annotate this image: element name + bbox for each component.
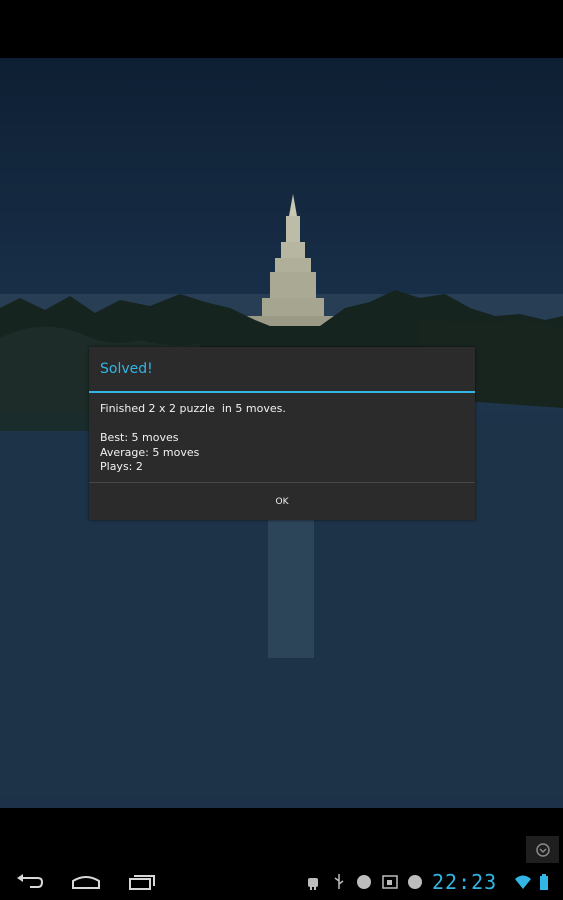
- screenshot-icon: [382, 875, 398, 889]
- dialog-message: Finished 2 x 2 puzzle in 5 moves. Best: …: [100, 402, 286, 473]
- wifi-icon: [515, 875, 531, 889]
- home-icon[interactable]: [71, 872, 101, 892]
- usb-icon: [334, 874, 344, 889]
- globe-notification-icon: [357, 875, 371, 889]
- globe-notification-icon-2: [408, 875, 422, 889]
- solved-dialog: Solved! Finished 2 x 2 puzzle in 5 moves…: [89, 347, 475, 520]
- menu-overflow-icon: [535, 842, 550, 857]
- menu-overflow-button[interactable]: [526, 836, 559, 863]
- ok-button[interactable]: OK: [89, 483, 475, 520]
- recent-apps-icon[interactable]: [128, 872, 156, 892]
- top-black-bar: [0, 0, 563, 58]
- back-icon[interactable]: [16, 872, 44, 892]
- dialog-title: Solved!: [100, 361, 153, 377]
- dialog-title-divider: [89, 391, 475, 393]
- status-clock: 22:23: [432, 870, 498, 894]
- battery-icon: [540, 874, 548, 890]
- android-debug-icon: [308, 878, 318, 890]
